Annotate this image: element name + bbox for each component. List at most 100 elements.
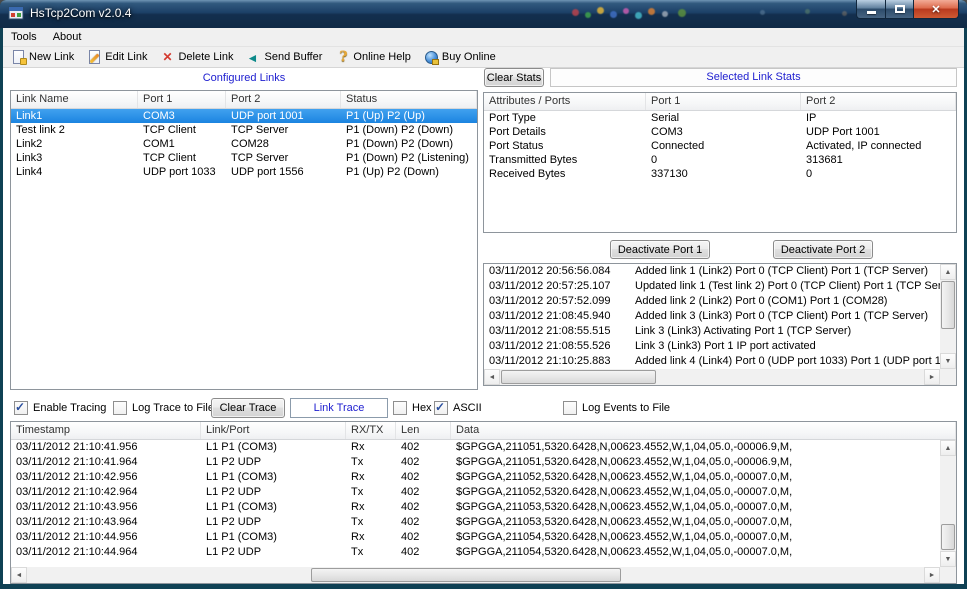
trace-link-port-cell: L1 P2 UDP [201, 485, 346, 500]
menu-item-tools[interactable]: Tools [3, 29, 45, 45]
column-header-port2[interactable]: Port 2 [226, 91, 341, 108]
trace-timestamp-cell: 03/11/2012 21:10:42.956 [11, 470, 201, 485]
stats-row: Port Status Connected Activated, IP conn… [484, 139, 956, 153]
event-log-vscrollbar[interactable]: ▲ ▼ [940, 264, 956, 369]
event-log-hscrollbar[interactable]: ◄ ► [484, 369, 940, 385]
link-row[interactable]: Link4 UDP port 1033 UDP port 1556 P1 (Up… [11, 165, 477, 179]
column-header-attributes[interactable]: Attributes / Ports [484, 93, 646, 110]
event-log: 03/11/2012 20:56:56.084 Added link 1 (Li… [483, 263, 957, 386]
maximize-button[interactable] [885, 0, 913, 19]
column-header-len[interactable]: Len [396, 422, 451, 439]
scroll-thumb[interactable] [941, 281, 955, 329]
stats-port2-cell: UDP Port 1001 [801, 125, 956, 139]
link-row[interactable]: Link2 COM1 COM28 P1 (Down) P2 (Down) [11, 137, 477, 151]
trace-timestamp-cell: 03/11/2012 21:10:44.956 [11, 530, 201, 545]
column-header-data[interactable]: Data [451, 422, 956, 439]
menu-item-about[interactable]: About [45, 29, 90, 45]
event-row[interactable]: 03/11/2012 20:56:56.084 Added link 1 (Li… [484, 264, 940, 279]
column-header-link-name[interactable]: Link Name [11, 91, 138, 108]
new-link-icon [11, 50, 26, 65]
menubar: Tools About [3, 28, 964, 47]
delete-link-button[interactable]: Delete Link [155, 49, 238, 66]
trace-filter-input[interactable] [290, 398, 388, 418]
configured-links-body: Link1 COM3 UDP port 1001 P1 (Up) P2 (Up)… [11, 109, 477, 389]
scroll-right-button[interactable]: ► [924, 567, 940, 583]
column-header-port1[interactable]: Port 1 [138, 91, 226, 108]
column-header-link-port[interactable]: Link/Port [201, 422, 346, 439]
event-row[interactable]: 03/11/2012 21:08:45.940 Added link 3 (Li… [484, 309, 940, 324]
link-row[interactable]: Link3 TCP Client TCP Server P1 (Down) P2… [11, 151, 477, 165]
event-message-cell: Added link 4 (Link4) Port 0 (UDP port 10… [630, 354, 940, 369]
event-row[interactable]: 03/11/2012 20:57:52.099 Added link 2 (Li… [484, 294, 940, 309]
deactivate-port2-button[interactable]: Deactivate Port 2 [773, 240, 873, 259]
scroll-left-button[interactable]: ◄ [11, 567, 27, 583]
link-name-cell: Link2 [11, 137, 138, 151]
trace-row[interactable]: 03/11/2012 21:10:41.956 L1 P1 (COM3) Rx … [11, 440, 940, 455]
trace-hscrollbar[interactable]: ◄ ► [11, 567, 940, 583]
trace-rx-tx-cell: Rx [346, 530, 396, 545]
new-link-button[interactable]: New Link [6, 49, 79, 66]
event-message-cell: Link 3 (Link3) Activating Port 1 (TCP Se… [630, 324, 940, 339]
online-help-button[interactable]: Online Help [330, 49, 415, 66]
column-header-stats-port2[interactable]: Port 2 [801, 93, 956, 110]
column-header-status[interactable]: Status [341, 91, 477, 108]
trace-table-body[interactable]: 03/11/2012 21:10:41.956 L1 P1 (COM3) Rx … [11, 440, 940, 567]
event-message-cell: Updated link 1 (Test link 2) Port 0 (TCP… [630, 279, 940, 294]
maximize-icon [895, 5, 905, 13]
trace-rx-tx-cell: Tx [346, 515, 396, 530]
titlebar[interactable]: HsTcp2Com v2.0.4 ✕ [0, 0, 967, 28]
trace-link-port-cell: L1 P2 UDP [201, 545, 346, 560]
scroll-right-button[interactable]: ► [924, 369, 940, 385]
link-status-cell: P1 (Down) P2 (Listening) [341, 151, 477, 165]
scroll-down-button[interactable]: ▼ [940, 353, 956, 369]
deactivate-port1-button[interactable]: Deactivate Port 1 [610, 240, 710, 259]
clear-stats-button[interactable]: Clear Stats [484, 68, 544, 87]
column-header-stats-port1[interactable]: Port 1 [646, 93, 801, 110]
scroll-left-button[interactable]: ◄ [484, 369, 500, 385]
toolbar-button-label: Send Buffer [265, 51, 323, 63]
trace-row[interactable]: 03/11/2012 21:10:43.964 L1 P2 UDP Tx 402… [11, 515, 940, 530]
selected-link-stats-title: Selected Link Stats [550, 68, 957, 87]
trace-row[interactable]: 03/11/2012 21:10:44.964 L1 P2 UDP Tx 402… [11, 545, 940, 560]
scroll-thumb[interactable] [501, 370, 656, 384]
scroll-thumb[interactable] [941, 524, 955, 550]
link-row[interactable]: Link1 COM3 UDP port 1001 P1 (Up) P2 (Up) [11, 109, 477, 123]
close-button[interactable]: ✕ [913, 0, 959, 19]
scroll-down-button[interactable]: ▼ [940, 551, 956, 567]
enable-tracing-checkbox[interactable]: Enable Tracing [14, 400, 106, 416]
trace-row[interactable]: 03/11/2012 21:10:44.956 L1 P1 (COM3) Rx … [11, 530, 940, 545]
app-window: HsTcp2Com v2.0.4 ✕ Tools About New Link [0, 0, 967, 589]
log-trace-to-file-checkbox[interactable]: Log Trace to File [113, 400, 214, 416]
trace-link-port-cell: L1 P1 (COM3) [201, 470, 346, 485]
app-icon[interactable] [8, 5, 24, 21]
column-header-timestamp[interactable]: Timestamp [11, 422, 201, 439]
log-events-to-file-checkbox[interactable]: Log Events to File [563, 400, 670, 416]
scroll-up-button[interactable]: ▲ [940, 264, 956, 280]
send-buffer-button[interactable]: Send Buffer [242, 49, 328, 66]
link-row[interactable]: Test link 2 TCP Client TCP Server P1 (Do… [11, 123, 477, 137]
event-row[interactable]: 03/11/2012 21:08:55.515 Link 3 (Link3) A… [484, 324, 940, 339]
hex-checkbox[interactable]: Hex [393, 400, 432, 416]
buy-online-button[interactable]: Buy Online [419, 49, 501, 66]
trace-row[interactable]: 03/11/2012 21:10:42.964 L1 P2 UDP Tx 402… [11, 485, 940, 500]
trace-len-cell: 402 [396, 530, 451, 545]
edit-link-button[interactable]: Edit Link [82, 49, 152, 66]
ascii-checkbox[interactable]: ASCII [434, 400, 482, 416]
clear-trace-button[interactable]: Clear Trace [211, 398, 285, 418]
trace-row[interactable]: 03/11/2012 21:10:41.964 L1 P2 UDP Tx 402… [11, 455, 940, 470]
column-header-rx-tx[interactable]: RX/TX [346, 422, 396, 439]
trace-row[interactable]: 03/11/2012 21:10:42.956 L1 P1 (COM3) Rx … [11, 470, 940, 485]
event-row[interactable]: 03/11/2012 21:08:55.526 Link 3 (Link3) P… [484, 339, 940, 354]
scroll-up-button[interactable]: ▲ [940, 440, 956, 456]
event-row[interactable]: 03/11/2012 20:57:25.107 Updated link 1 (… [484, 279, 940, 294]
minimize-button[interactable] [856, 0, 885, 19]
scroll-thumb[interactable] [311, 568, 621, 582]
trace-row[interactable]: 03/11/2012 21:10:43.956 L1 P1 (COM3) Rx … [11, 500, 940, 515]
link-name-cell: Link1 [11, 109, 138, 123]
link-port2-cell: TCP Server [226, 123, 341, 137]
event-row[interactable]: 03/11/2012 21:10:25.883 Added link 4 (Li… [484, 354, 940, 369]
trace-vscrollbar[interactable]: ▲ ▼ [940, 440, 956, 567]
trace-len-cell: 402 [396, 485, 451, 500]
event-log-body[interactable]: 03/11/2012 20:56:56.084 Added link 1 (Li… [484, 264, 940, 369]
link-stats-table: Attributes / Ports Port 1 Port 2 Port Ty… [483, 92, 957, 233]
